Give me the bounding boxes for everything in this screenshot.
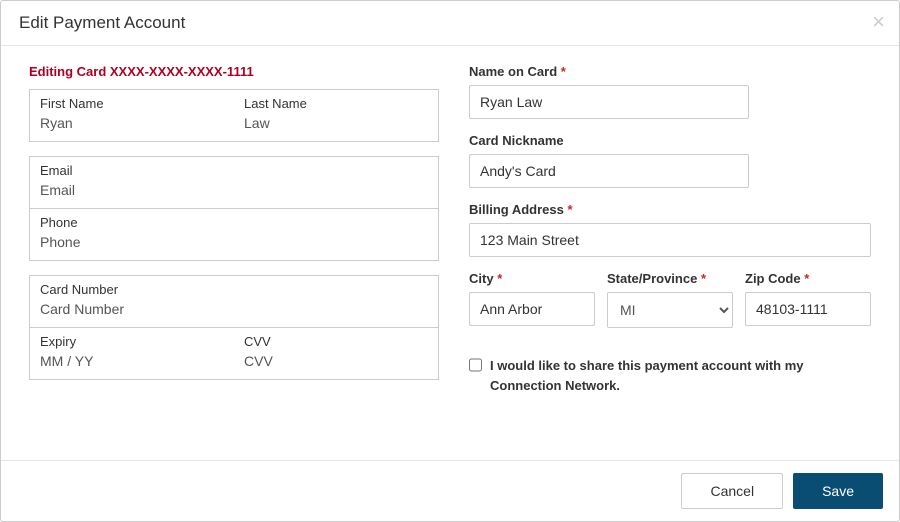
contact-box: Email Phone	[29, 156, 439, 261]
close-icon[interactable]: ×	[872, 11, 885, 33]
share-checkbox[interactable]	[469, 358, 482, 372]
modal-body: Editing Card XXXX-XXXX-XXXX-1111 First N…	[1, 46, 899, 405]
city-input[interactable]	[469, 292, 595, 326]
save-button[interactable]: Save	[793, 473, 883, 509]
zip-label: Zip Code *	[745, 271, 871, 286]
state-select[interactable]: MI	[607, 292, 733, 328]
share-checkbox-row: I would like to share this payment accou…	[469, 356, 871, 395]
modal-title: Edit Payment Account	[19, 13, 881, 33]
last-name-label: Last Name	[244, 96, 428, 111]
modal-header: Edit Payment Account ×	[1, 1, 899, 46]
billing-address-input[interactable]	[469, 223, 871, 257]
phone-input[interactable]	[40, 232, 428, 252]
card-number-label: Card Number	[40, 282, 428, 297]
city-label: City *	[469, 271, 595, 286]
first-name-label: First Name	[40, 96, 224, 111]
card-number-input[interactable]	[40, 299, 428, 319]
expiry-input[interactable]	[40, 351, 224, 371]
name-on-card-label: Name on Card *	[469, 64, 871, 79]
card-nickname-label: Card Nickname	[469, 133, 871, 148]
cvv-label: CVV	[244, 334, 428, 349]
card-box: Card Number Expiry CVV	[29, 275, 439, 380]
last-name-input[interactable]	[244, 113, 428, 133]
cancel-button[interactable]: Cancel	[681, 473, 783, 509]
first-name-input[interactable]	[40, 113, 224, 133]
modal-footer: Cancel Save	[1, 460, 899, 521]
email-label: Email	[40, 163, 428, 178]
billing-address-label: Billing Address *	[469, 202, 871, 217]
left-column: Editing Card XXXX-XXXX-XXXX-1111 First N…	[29, 64, 439, 395]
expiry-label: Expiry	[40, 334, 224, 349]
share-checkbox-label[interactable]: I would like to share this payment accou…	[490, 356, 871, 395]
card-nickname-input[interactable]	[469, 154, 749, 188]
cvv-input[interactable]	[244, 351, 428, 371]
zip-input[interactable]	[745, 292, 871, 326]
editing-card-notice: Editing Card XXXX-XXXX-XXXX-1111	[29, 64, 439, 79]
phone-label: Phone	[40, 215, 428, 230]
email-input[interactable]	[40, 180, 428, 200]
name-box: First Name Last Name	[29, 89, 439, 142]
name-on-card-input[interactable]	[469, 85, 749, 119]
state-label: State/Province *	[607, 271, 733, 286]
right-column: Name on Card * Card Nickname Billing Add…	[469, 64, 871, 395]
edit-payment-modal: Edit Payment Account × Editing Card XXXX…	[0, 0, 900, 522]
